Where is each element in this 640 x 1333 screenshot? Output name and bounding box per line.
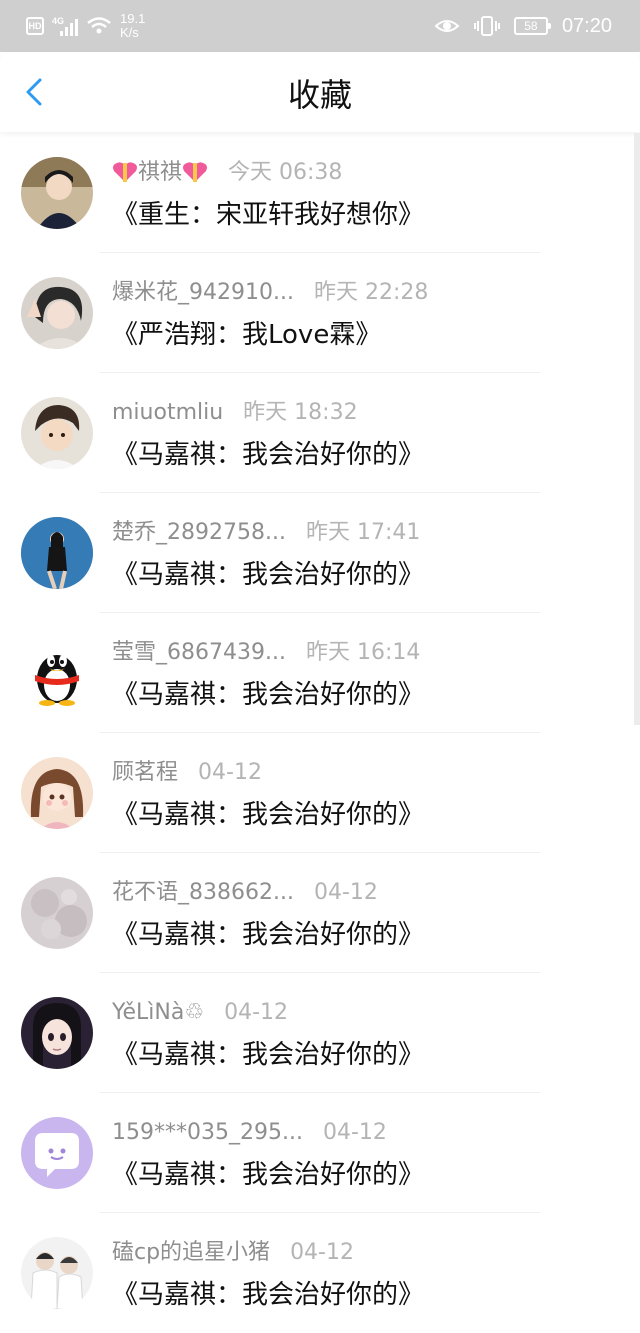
timestamp: 昨天 18:32 — [243, 400, 358, 425]
speed-unit: K/s — [120, 25, 139, 40]
timestamp: 04-12 — [290, 1240, 354, 1265]
timestamp: 04-12 — [224, 1000, 289, 1025]
avatar[interactable] — [21, 637, 93, 709]
avatar[interactable] — [21, 1117, 93, 1189]
vibrate-icon — [473, 16, 500, 36]
item-meta: miuotmliu 昨天 18:32 — [112, 399, 358, 427]
list-item[interactable]: 顾茗程 04-12 《马嘉祺：我会治好你的》 — [0, 733, 640, 853]
favorite-title[interactable]: 《马嘉祺：我会治好你的》 — [112, 799, 424, 831]
user-name[interactable]: 顾茗程 — [112, 760, 178, 785]
timestamp: 04-12 — [198, 760, 262, 785]
user-name[interactable]: YěLìNà♲ — [112, 1000, 204, 1025]
avatar[interactable] — [21, 277, 93, 349]
favorites-list: 祺祺 今天 06:38 《重生：宋亚轩我好想你》 爆米花_942910... 昨天… — [0, 133, 640, 1330]
list-item[interactable]: 磕cp的追星小猪 04-12 《马嘉祺：我会治好你的》 — [0, 1213, 640, 1333]
user-name[interactable]: 磕cp的追星小猪 — [112, 1240, 270, 1265]
user-name[interactable]: 莹雪_6867439... — [112, 640, 286, 665]
speed-value: 19.1 — [120, 11, 146, 26]
list-item[interactable]: miuotmliu 昨天 18:32 《马嘉祺：我会治好你的》 — [0, 373, 640, 493]
avatar[interactable] — [21, 157, 93, 229]
timestamp: 昨天 17:41 — [305, 520, 421, 545]
network-speed: 19.1 K/s — [120, 12, 145, 40]
page-title: 收藏 — [287, 76, 352, 114]
timestamp: 昨天 22:28 — [313, 280, 429, 305]
user-name[interactable]: 楚乔_2892758... — [112, 520, 286, 545]
header: 收藏 — [0, 52, 640, 132]
list-item[interactable]: 楚乔_2892758... 昨天 17:41 《马嘉祺：我会治好你的》 — [0, 493, 640, 613]
heart-icon — [183, 162, 208, 182]
favorite-title[interactable]: 《严浩翔：我Love霖》 — [112, 319, 381, 351]
timestamp: 昨天 16:14 — [305, 640, 421, 665]
item-meta: 爆米花_942910... 昨天 22:28 — [112, 279, 428, 307]
user-name[interactable]: miuotmliu — [112, 400, 223, 425]
battery-icon: 58 — [513, 17, 551, 35]
avatar[interactable] — [21, 517, 93, 589]
eye-icon — [434, 20, 460, 32]
avatar[interactable] — [21, 997, 93, 1069]
favorite-title[interactable]: 《马嘉祺：我会治好你的》 — [112, 1159, 424, 1191]
avatar[interactable] — [21, 877, 93, 949]
list-item[interactable]: 爆米花_942910... 昨天 22:28 《严浩翔：我Love霖》 — [0, 253, 640, 373]
favorite-title[interactable]: 《马嘉祺：我会治好你的》 — [112, 1279, 424, 1311]
signal-icon: 4G — [52, 16, 78, 36]
hd-icon: HD — [26, 17, 44, 35]
timestamp: 今天 06:38 — [228, 160, 343, 185]
favorite-title[interactable]: 《马嘉祺：我会治好你的》 — [112, 439, 424, 471]
wifi-icon — [87, 17, 111, 34]
favorite-title[interactable]: 《马嘉祺：我会治好你的》 — [112, 559, 424, 591]
network-type: 4G — [52, 16, 65, 26]
item-meta: 楚乔_2892758... 昨天 17:41 — [112, 519, 420, 547]
user-name[interactable]: 祺祺 — [138, 160, 182, 185]
status-bar: HD 4G 19.1 K/s 58 07:20 — [0, 0, 640, 52]
clock: 07:20 — [561, 14, 612, 37]
list-item[interactable]: YěLìNà♲ 04-12 《马嘉祺：我会治好你的》 — [0, 973, 640, 1093]
list-item[interactable]: 159***035_295... 04-12 《马嘉祺：我会治好你的》 — [0, 1093, 640, 1213]
avatar[interactable] — [21, 757, 93, 829]
status-right: 58 07:20 — [434, 0, 612, 52]
user-name[interactable]: 爆米花_942910... — [112, 280, 294, 305]
list-item[interactable]: 祺祺 今天 06:38 《重生：宋亚轩我好想你》 — [0, 133, 640, 253]
favorite-title[interactable]: 《马嘉祺：我会治好你的》 — [112, 1039, 424, 1071]
avatar[interactable] — [21, 397, 93, 469]
status-left: HD 4G 19.1 K/s — [26, 0, 145, 52]
item-meta: 顾茗程 04-12 — [112, 759, 262, 787]
item-meta: 莹雪_6867439... 昨天 16:14 — [112, 639, 420, 667]
item-meta: 159***035_295... 04-12 — [112, 1119, 387, 1147]
avatar[interactable] — [21, 1237, 93, 1309]
favorite-title[interactable]: 《马嘉祺：我会治好你的》 — [112, 919, 424, 951]
item-meta: 花不语_838662... 04-12 — [112, 879, 378, 907]
user-name[interactable]: 花不语_838662... — [112, 880, 294, 905]
item-meta: 磕cp的追星小猪 04-12 — [112, 1239, 354, 1267]
item-meta: YěLìNà♲ 04-12 — [112, 999, 288, 1027]
timestamp: 04-12 — [322, 1120, 387, 1145]
timestamp: 04-12 — [313, 880, 378, 905]
list-item[interactable]: 莹雪_6867439... 昨天 16:14 《马嘉祺：我会治好你的》 — [0, 613, 640, 733]
user-name[interactable]: 159***035_295... — [112, 1120, 303, 1145]
item-meta: 祺祺 今天 06:38 — [112, 159, 342, 187]
favorite-title[interactable]: 《重生：宋亚轩我好想你》 — [112, 199, 424, 231]
heart-icon — [113, 162, 137, 182]
list-item[interactable]: 花不语_838662... 04-12 《马嘉祺：我会治好你的》 — [0, 853, 640, 973]
favorite-title[interactable]: 《马嘉祺：我会治好你的》 — [112, 679, 424, 711]
